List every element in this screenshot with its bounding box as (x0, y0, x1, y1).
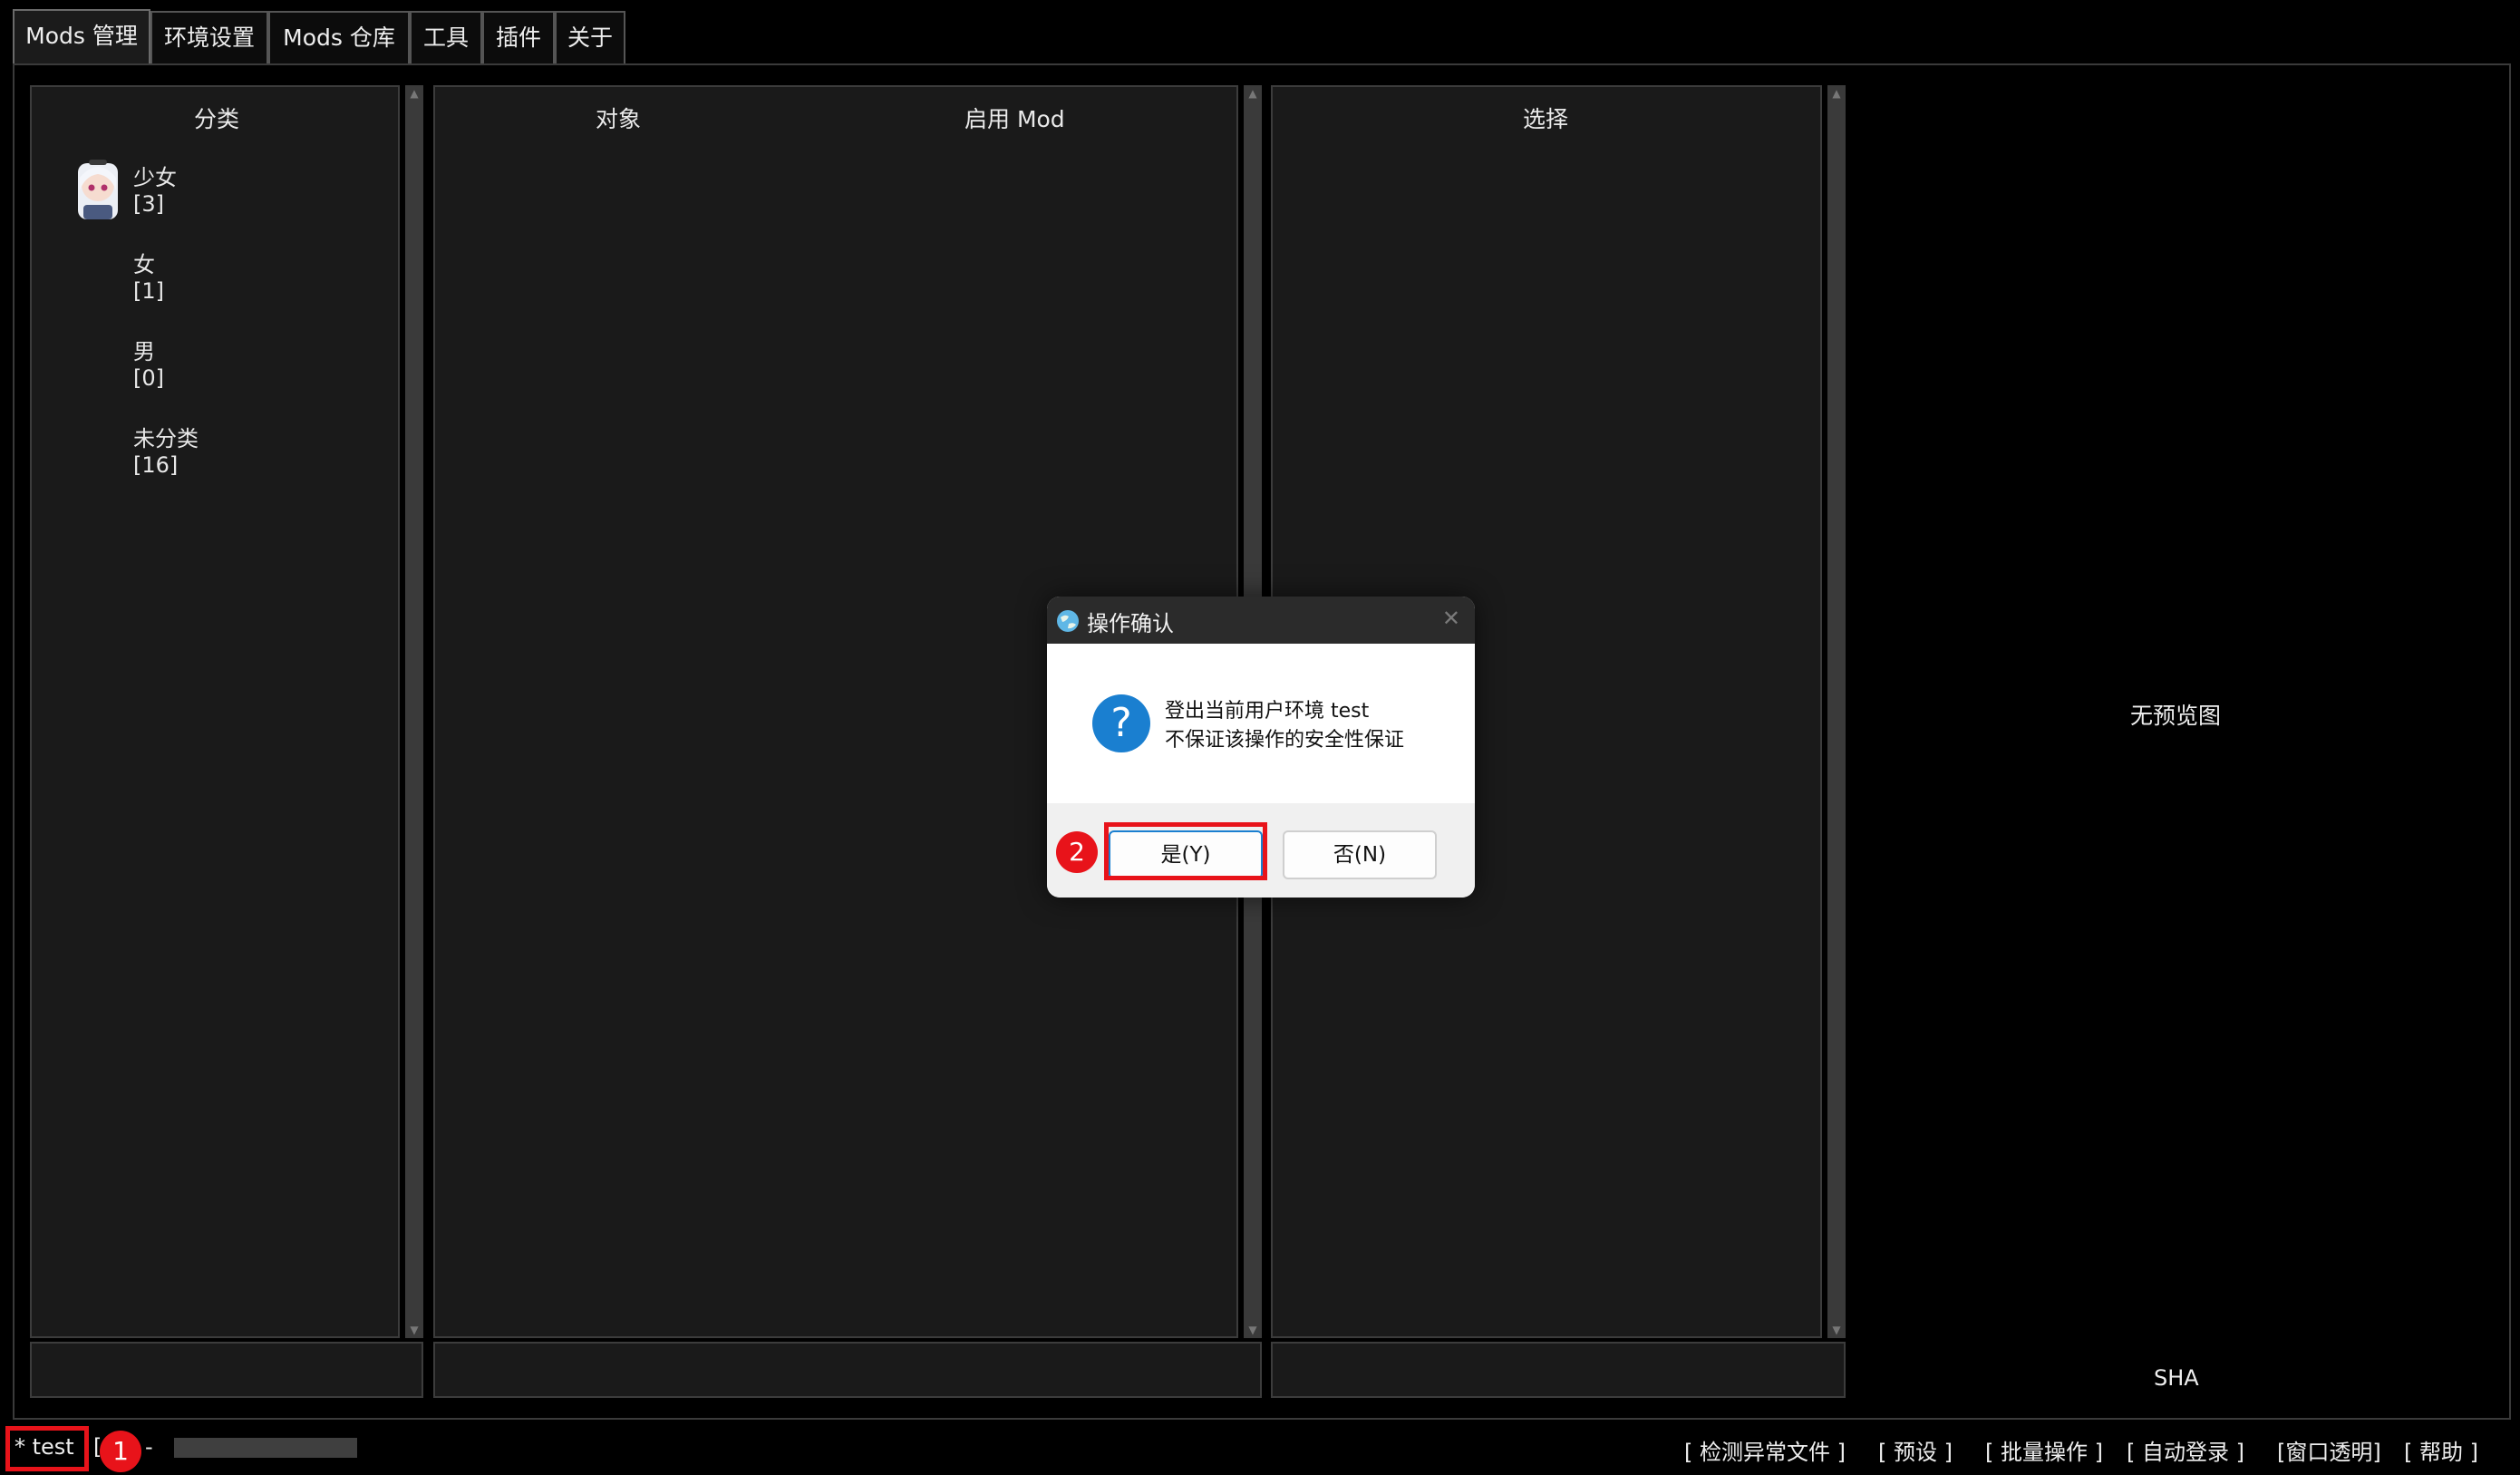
category-panel[interactable] (30, 85, 400, 1338)
category-name[interactable]: 男 (133, 334, 155, 365)
link-help[interactable]: [ 帮助 ] (2404, 1434, 2478, 1466)
category-count: [1] (133, 278, 164, 304)
dialog-titlebar[interactable]: 操作确认 ✕ (1047, 597, 1475, 644)
avatar (73, 154, 123, 223)
status-dash: - (145, 1434, 153, 1460)
objects-input-box[interactable] (433, 1342, 1262, 1398)
preview-empty-text: 无预览图 (2130, 703, 2222, 729)
step-1-badge: 1 (100, 1431, 141, 1472)
category-scrollbar[interactable]: ▲ ▼ (405, 85, 423, 1338)
select-panel-title: 选择 (1523, 106, 1569, 132)
tab-about[interactable]: 关于 (555, 11, 625, 63)
tab-mods-manage[interactable]: Mods 管理 (13, 9, 150, 65)
scroll-up-icon[interactable]: ▲ (405, 85, 423, 102)
scroll-down-icon[interactable]: ▼ (1827, 1322, 1846, 1338)
category-name[interactable]: 女 (133, 247, 155, 278)
link-auto-login[interactable]: [ 自动登录 ] (2127, 1434, 2244, 1466)
link-window-transparency[interactable]: [窗口透明] (2277, 1434, 2381, 1466)
scroll-up-icon[interactable]: ▲ (1827, 85, 1846, 102)
enabled-mod-column-title: 启用 Mod (964, 106, 1065, 132)
link-batch-operations[interactable]: [ 批量操作 ] (1985, 1434, 2103, 1466)
link-detect-abnormal-files[interactable]: [ 检测异常文件 ] (1684, 1434, 1846, 1466)
tab-mods-repo[interactable]: Mods 仓库 (268, 11, 410, 63)
close-icon[interactable]: ✕ (1442, 606, 1460, 631)
dialog-title: 操作确认 (1087, 611, 1174, 636)
tab-tools[interactable]: 工具 (410, 11, 482, 63)
category-name[interactable]: 少女 (133, 160, 177, 191)
category-name[interactable]: 未分类 (133, 421, 199, 452)
step-2-badge: 2 (1056, 831, 1098, 873)
scroll-down-icon[interactable]: ▼ (405, 1322, 423, 1338)
status-progress-bar (174, 1438, 357, 1458)
category-count: [3] (133, 191, 164, 217)
dialog-message-line2: 不保证该操作的安全性保证 (1165, 729, 1405, 752)
category-panel-title: 分类 (194, 106, 240, 132)
link-presets[interactable]: [ 预设 ] (1878, 1434, 1953, 1466)
no-button[interactable]: 否(N) (1283, 830, 1437, 879)
scroll-down-icon[interactable]: ▼ (1244, 1322, 1262, 1338)
category-count: [0] (133, 365, 164, 391)
highlight-user-box (5, 1426, 89, 1471)
question-icon: ? (1092, 694, 1150, 752)
objects-column-title: 对象 (596, 106, 642, 132)
category-count: [16] (133, 452, 179, 478)
dialog-body: ? 登出当前用户环境 test 不保证该操作的安全性保证 (1047, 644, 1475, 803)
select-input-box[interactable] (1271, 1342, 1846, 1398)
select-scrollbar[interactable]: ▲ ▼ (1827, 85, 1846, 1338)
tab-plugins[interactable]: 插件 (482, 11, 555, 63)
tab-env-settings[interactable]: 环境设置 (150, 11, 268, 63)
highlight-yes-button (1104, 822, 1267, 880)
scroll-up-icon[interactable]: ▲ (1244, 85, 1262, 102)
dialog-message-line1: 登出当前用户环境 test (1165, 700, 1370, 723)
app-globe-icon (1056, 609, 1080, 633)
sha-label: SHA (2154, 1365, 2199, 1391)
category-input-box[interactable] (30, 1342, 423, 1398)
